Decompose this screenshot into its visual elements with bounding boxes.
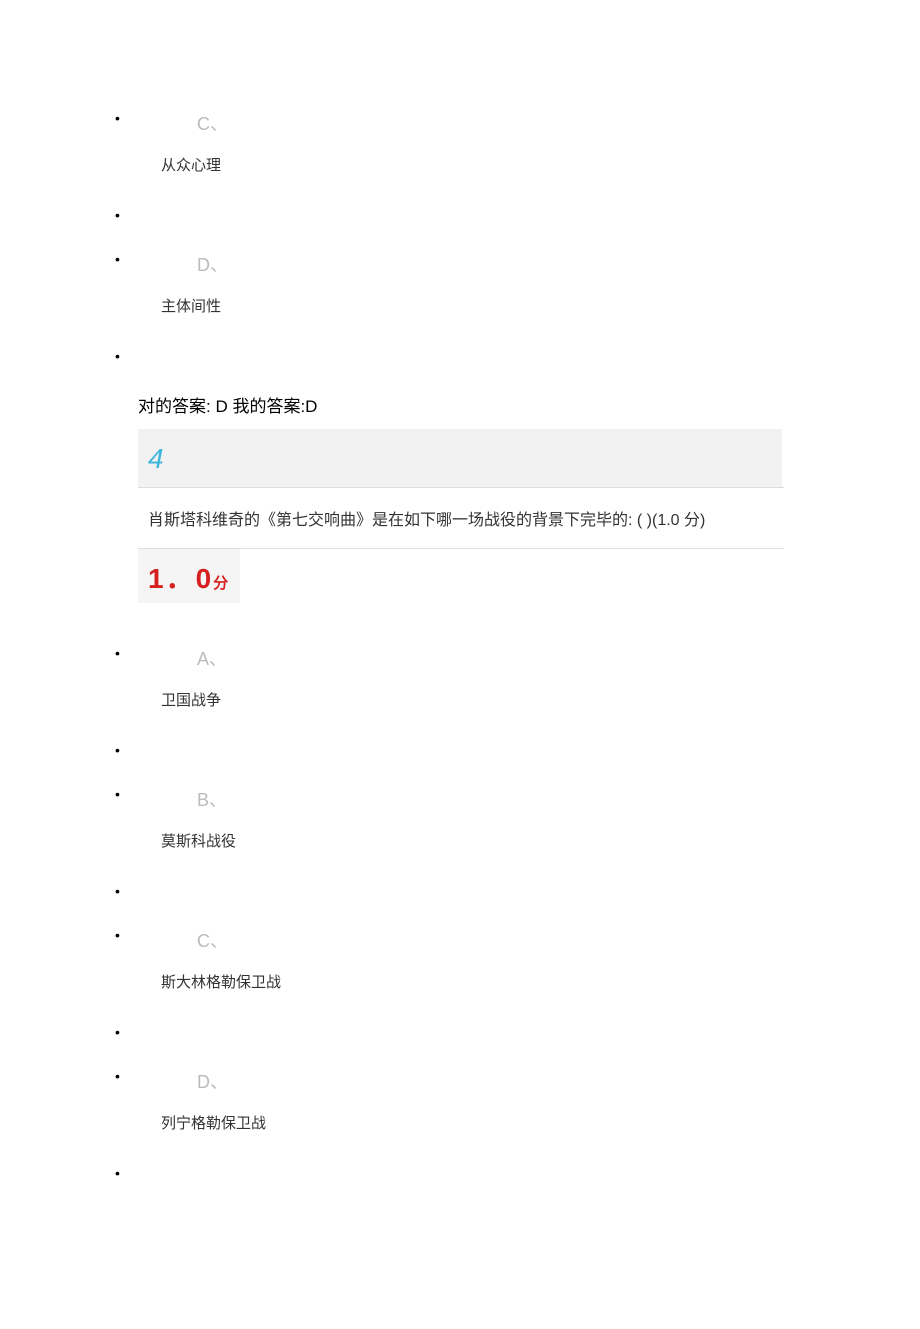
option-spacer — [0, 1024, 920, 1040]
option-text: 斯大林格勒保卫战 — [139, 971, 920, 992]
option-letter: C、 — [139, 927, 920, 953]
question-number: 4 — [138, 443, 164, 474]
score-unit: 分 — [213, 575, 228, 592]
option-letter: D、 — [139, 251, 920, 277]
option-text: 卫国战争 — [139, 689, 920, 710]
answer-line: 对的答案: D 我的答案:D — [0, 392, 920, 417]
option-text: 莫斯科战役 — [139, 830, 920, 851]
option-spacer — [0, 207, 920, 223]
option-b-row: B、 莫斯科战役 — [0, 786, 920, 851]
option-spacer — [0, 348, 920, 364]
option-text: 列宁格勒保卫战 — [139, 1112, 920, 1133]
option-letter: D、 — [139, 1068, 920, 1094]
option-a-row: A、 卫国战争 — [0, 645, 920, 710]
prev-question-options-tail: C、 从众心理 D、 主体间性 — [0, 110, 920, 364]
option-letter: C、 — [139, 110, 920, 136]
question-text-box: 肖斯塔科维奇的《第七交响曲》是在如下哪一场战役的背景下完毕的: ( )(1.0 … — [138, 488, 784, 549]
option-c-row: C、 从众心理 — [0, 110, 920, 175]
question-text: 肖斯塔科维奇的《第七交响曲》是在如下哪一场战役的背景下完毕的: ( )(1.0 … — [148, 512, 705, 529]
score-box: 1．0分 — [138, 549, 240, 603]
option-letter: A、 — [139, 645, 920, 671]
score-number: 1．0 — [148, 563, 213, 594]
option-text: 主体间性 — [139, 295, 920, 316]
option-c-row: C、 斯大林格勒保卫战 — [0, 927, 920, 992]
option-spacer — [0, 1165, 920, 1181]
option-spacer — [0, 742, 920, 758]
option-spacer — [0, 883, 920, 899]
option-d-row: D、 列宁格勒保卫战 — [0, 1068, 920, 1133]
option-letter: B、 — [139, 786, 920, 812]
option-text: 从众心理 — [139, 154, 920, 175]
question-number-box: 4 — [138, 429, 782, 487]
question4-options: A、 卫国战争 B、 莫斯科战役 C、 斯大林格勒保卫战 D、 列宁格勒保卫战 — [0, 645, 920, 1181]
option-d-row: D、 主体间性 — [0, 251, 920, 316]
